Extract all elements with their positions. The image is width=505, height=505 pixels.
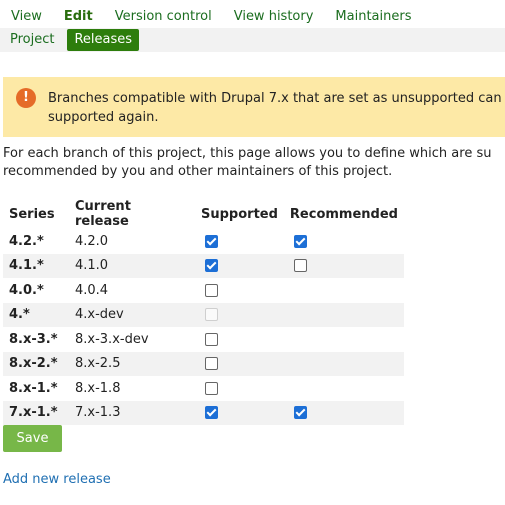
recommended-cell xyxy=(284,278,404,303)
recommended-checkbox[interactable] xyxy=(293,406,307,420)
supported-checkbox[interactable] xyxy=(205,357,218,371)
table-row: 8.x-3.* 8.x-3.x-dev xyxy=(3,327,404,352)
save-button[interactable]: Save xyxy=(3,425,62,452)
series-cell: 4.* xyxy=(9,307,30,323)
recommended-checkbox[interactable] xyxy=(293,259,307,273)
header-supported: Supported xyxy=(201,206,278,222)
supported-cell xyxy=(195,278,284,303)
recommended-cell xyxy=(284,376,404,401)
supported-checkbox[interactable] xyxy=(205,332,218,346)
warning-text: Branches compatible with Drupal 7.x that… xyxy=(48,89,505,127)
warning-text-line-1: Branches compatible with Drupal 7.x that… xyxy=(48,91,502,106)
current-release-cell: 4.2.0 xyxy=(75,233,109,249)
tab-view-history[interactable]: View history xyxy=(223,6,325,28)
table-header-row: Series Current release Supported Recomme… xyxy=(3,199,404,229)
tab-edit[interactable]: Edit xyxy=(53,6,104,28)
tab-view[interactable]: View xyxy=(0,6,53,28)
header-recommended: Recommended xyxy=(289,206,398,222)
releases-table: Series Current release Supported Recomme… xyxy=(3,199,404,425)
secondary-tabs: Project Releases xyxy=(0,28,505,52)
primary-tabs: View Edit Version control View history M… xyxy=(0,6,505,28)
current-release-cell: 4.0.4 xyxy=(75,282,109,298)
add-new-release-link[interactable]: Add new release xyxy=(3,472,111,487)
subtab-releases[interactable]: Releases xyxy=(67,29,140,51)
warning-message: ! Branches compatible with Drupal 7.x th… xyxy=(3,77,505,137)
table-row: 4.0.* 4.0.4 xyxy=(3,278,404,303)
subtab-project[interactable]: Project xyxy=(4,30,60,50)
intro-line-2: recommended by you and other maintainers… xyxy=(3,164,393,179)
series-cell: 7.x-1.* xyxy=(9,405,58,421)
warning-icon: ! xyxy=(16,88,36,108)
recommended-cell xyxy=(284,303,404,328)
recommended-cell xyxy=(284,327,404,352)
recommended-cell xyxy=(284,254,404,279)
table-row: 4.* 4.x-dev xyxy=(3,302,404,328)
series-cell: 8.x-2.* xyxy=(9,356,58,372)
series-cell: 8.x-3.* xyxy=(9,331,58,347)
supported-checkbox[interactable] xyxy=(205,406,218,420)
table-row: 4.1.* 4.1.0 xyxy=(3,253,404,279)
supported-checkbox[interactable] xyxy=(205,381,218,395)
current-release-cell: 4.x-dev xyxy=(75,307,124,323)
supported-cell xyxy=(195,254,284,279)
supported-checkbox[interactable] xyxy=(205,234,218,248)
current-release-cell: 4.1.0 xyxy=(75,258,109,274)
supported-cell xyxy=(195,327,284,352)
recommended-cell xyxy=(284,229,404,254)
recommended-cell xyxy=(284,401,404,426)
table-row: 8.x-1.* 8.x-1.8 xyxy=(3,376,404,401)
intro-line-1: For each branch of this project, this pa… xyxy=(3,146,492,161)
recommended-cell xyxy=(284,352,404,377)
current-release-cell: 8.x-3.x-dev xyxy=(75,331,149,347)
intro-text: For each branch of this project, this pa… xyxy=(3,145,505,181)
series-cell: 8.x-1.* xyxy=(9,380,58,396)
supported-cell xyxy=(195,401,284,426)
tab-version-control[interactable]: Version control xyxy=(104,6,223,28)
warning-text-line-2: supported again. xyxy=(48,110,159,125)
supported-checkbox[interactable] xyxy=(205,259,218,273)
series-cell: 4.0.* xyxy=(9,282,44,298)
series-cell: 4.2.* xyxy=(9,233,44,249)
current-release-cell: 7.x-1.3 xyxy=(75,405,121,421)
current-release-cell: 8.x-1.8 xyxy=(75,380,121,396)
current-release-cell: 8.x-2.5 xyxy=(75,356,121,372)
series-cell: 4.1.* xyxy=(9,258,44,274)
supported-cell xyxy=(195,303,284,328)
supported-cell xyxy=(195,352,284,377)
supported-cell xyxy=(195,376,284,401)
recommended-checkbox[interactable] xyxy=(293,234,307,248)
table-row: 4.2.* 4.2.0 xyxy=(3,229,404,254)
supported-checkbox[interactable] xyxy=(205,283,218,297)
table-row: 7.x-1.* 7.x-1.3 xyxy=(3,400,404,426)
supported-checkbox xyxy=(205,308,218,322)
header-current-release: Current release xyxy=(75,199,131,229)
table-row: 8.x-2.* 8.x-2.5 xyxy=(3,351,404,377)
supported-cell xyxy=(195,229,284,254)
header-series: Series xyxy=(9,206,55,222)
tab-maintainers[interactable]: Maintainers xyxy=(324,6,422,28)
